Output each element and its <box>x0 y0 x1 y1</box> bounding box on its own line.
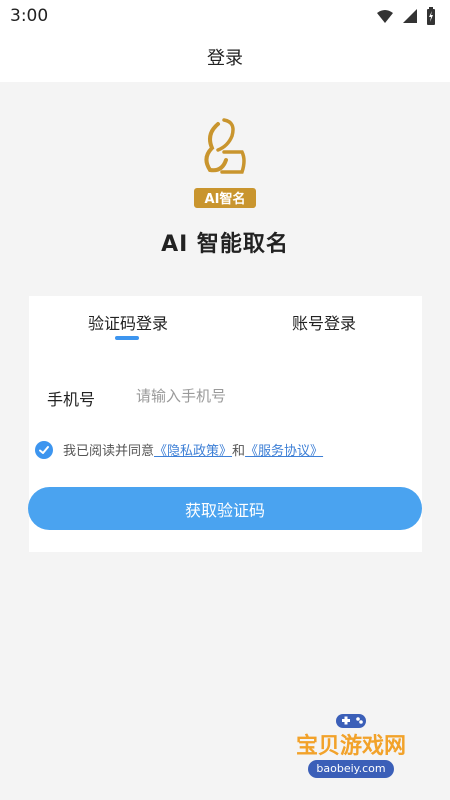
wifi-icon <box>377 10 393 23</box>
app-name: AI 智能取名 <box>161 232 289 257</box>
logo-badge-text: AI智名 <box>205 191 246 207</box>
agreement-row: 我已阅读并同意 《隐私政策》 和 《服务协议》 <box>35 440 323 459</box>
agreement-checkbox[interactable] <box>35 440 53 459</box>
watermark: 宝贝游戏网 baobeiy.com <box>276 710 426 790</box>
cellular-signal-icon <box>403 9 417 23</box>
get-verification-code-button[interactable]: 获取验证码 <box>28 487 422 530</box>
app-logo: AI智名 <box>188 112 262 212</box>
privacy-policy-link[interactable]: 《隐私政策》 <box>154 440 232 459</box>
agreement-prefix: 我已阅读并同意 <box>63 444 155 459</box>
phone-input[interactable] <box>136 382 406 410</box>
watermark-title: 宝贝游戏网 <box>295 734 406 759</box>
tab-sms-login[interactable]: 验证码登录 <box>73 310 183 334</box>
phone-label: 手机号 <box>47 390 96 409</box>
battery-icon <box>427 7 435 25</box>
agreement-conjunction: 和 <box>232 444 246 459</box>
service-agreement-link[interactable]: 《服务协议》 <box>245 440 323 459</box>
gamepad-icon <box>336 714 366 728</box>
status-bar: 3:00 <box>0 0 450 32</box>
check-icon <box>39 445 49 454</box>
title-bar: 登录 <box>0 32 450 82</box>
active-tab-indicator <box>115 336 139 340</box>
logo-icon: AI智名 <box>194 118 256 208</box>
tab-account-login[interactable]: 账号登录 <box>269 310 379 334</box>
watermark-url: baobeiy.com <box>308 760 394 778</box>
status-time: 3:00 <box>10 6 49 26</box>
page-title: 登录 <box>207 48 243 69</box>
status-icons <box>376 7 436 25</box>
